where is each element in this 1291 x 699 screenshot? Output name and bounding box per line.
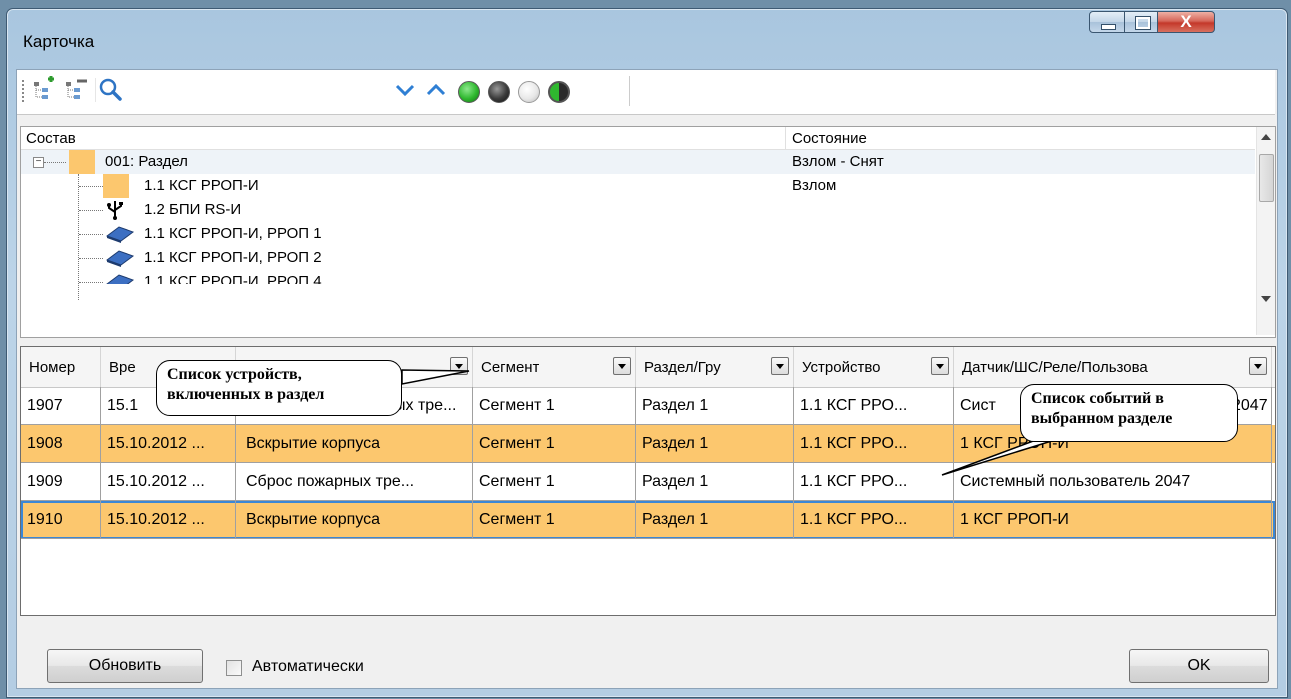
close-button[interactable]: X: [1157, 11, 1215, 33]
ok-button[interactable]: OK: [1129, 649, 1269, 683]
client-area: Состав Состояние − 001: Раздел Взлом - С…: [16, 69, 1278, 689]
maximize-button[interactable]: [1124, 11, 1158, 33]
callout-pointer-devices: [401, 369, 470, 385]
refresh-button[interactable]: Обновить: [47, 649, 203, 683]
callout-events: Список событий в выбранном разделе: [1020, 384, 1238, 442]
auto-checkbox-label[interactable]: Автоматически: [252, 658, 364, 676]
window-title: Карточка: [23, 32, 95, 51]
card-window: Карточка X Состав Состояние − 001: Разде…: [6, 8, 1288, 698]
maximize-icon: [1135, 16, 1151, 30]
auto-checkbox[interactable]: [226, 660, 242, 676]
minimize-icon: [1101, 24, 1116, 30]
callout-devices: Список устройств, включенных в раздел: [156, 360, 402, 416]
minimize-button[interactable]: [1089, 11, 1125, 33]
